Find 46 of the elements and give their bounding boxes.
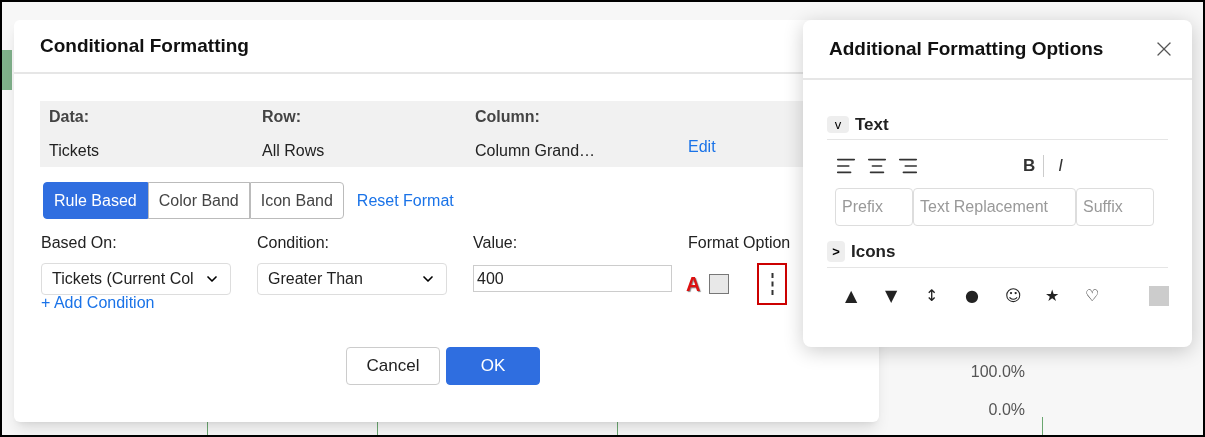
info-label: Data: (49, 107, 90, 127)
axis-label: 100.0% (970, 362, 1025, 382)
axis-label: 0.0% (988, 400, 1025, 420)
field-label: Value: (473, 233, 519, 253)
collapse-toggle[interactable]: v (827, 116, 849, 133)
expand-toggle[interactable]: > (827, 241, 845, 262)
dropdown[interactable]: Greater Than (257, 263, 447, 295)
reset-format-link[interactable]: Reset Format (356, 188, 454, 213)
mode-tab[interactable]: Rule Based (43, 182, 148, 219)
icon-option[interactable]: ★ (1045, 284, 1085, 308)
icon-color-swatch[interactable] (1149, 286, 1169, 306)
field-label: Format Option (688, 233, 791, 253)
icon-option[interactable]: ☺ (1005, 284, 1045, 308)
edit-link[interactable]: Edit (688, 135, 716, 159)
fill-color-swatch[interactable] (709, 274, 730, 294)
kebab-icon (770, 273, 774, 295)
chart-bar (2, 50, 12, 90)
icon-option[interactable]: ▼ (885, 284, 925, 308)
field-label: Based On: (41, 233, 118, 253)
dropdown[interactable]: Tickets (Current Col (41, 263, 231, 295)
section-title: Text (855, 113, 889, 136)
text-field[interactable]: Prefix (835, 188, 913, 226)
info-label: Row: (262, 107, 303, 127)
info-value: Tickets (49, 141, 101, 161)
icon-option[interactable]: ▲ (845, 284, 885, 308)
icon-option[interactable]: ↕ (925, 284, 965, 308)
info-label: Column: (475, 107, 541, 127)
icon-option[interactable]: ♡ (1085, 284, 1125, 308)
info-value: Column Grand… (475, 141, 597, 161)
italic-button[interactable]: I (1058, 153, 1063, 179)
dialog-title: Conditional Formatting (40, 33, 249, 58)
more-options-button[interactable] (757, 263, 788, 305)
section-title: Icons (851, 240, 896, 263)
bold-button[interactable]: B (1023, 153, 1036, 179)
text-field[interactable]: Suffix (1076, 188, 1154, 226)
mode-tab[interactable]: Icon Band (249, 182, 344, 219)
ok-button[interactable]: OK (446, 347, 540, 385)
font-color-button[interactable]: A (686, 269, 701, 299)
text-field[interactable]: Text Replacement (913, 188, 1076, 226)
field-label: Condition: (257, 233, 331, 253)
value-field[interactable]: 400 (473, 265, 672, 292)
mode-tab[interactable]: Color Band (147, 182, 250, 219)
cancel-button[interactable]: Cancel (346, 347, 440, 385)
info-value: All Rows (262, 141, 326, 161)
panel-title: Additional Formatting Options (829, 36, 1104, 61)
icon-option[interactable]: ● (965, 284, 1005, 308)
